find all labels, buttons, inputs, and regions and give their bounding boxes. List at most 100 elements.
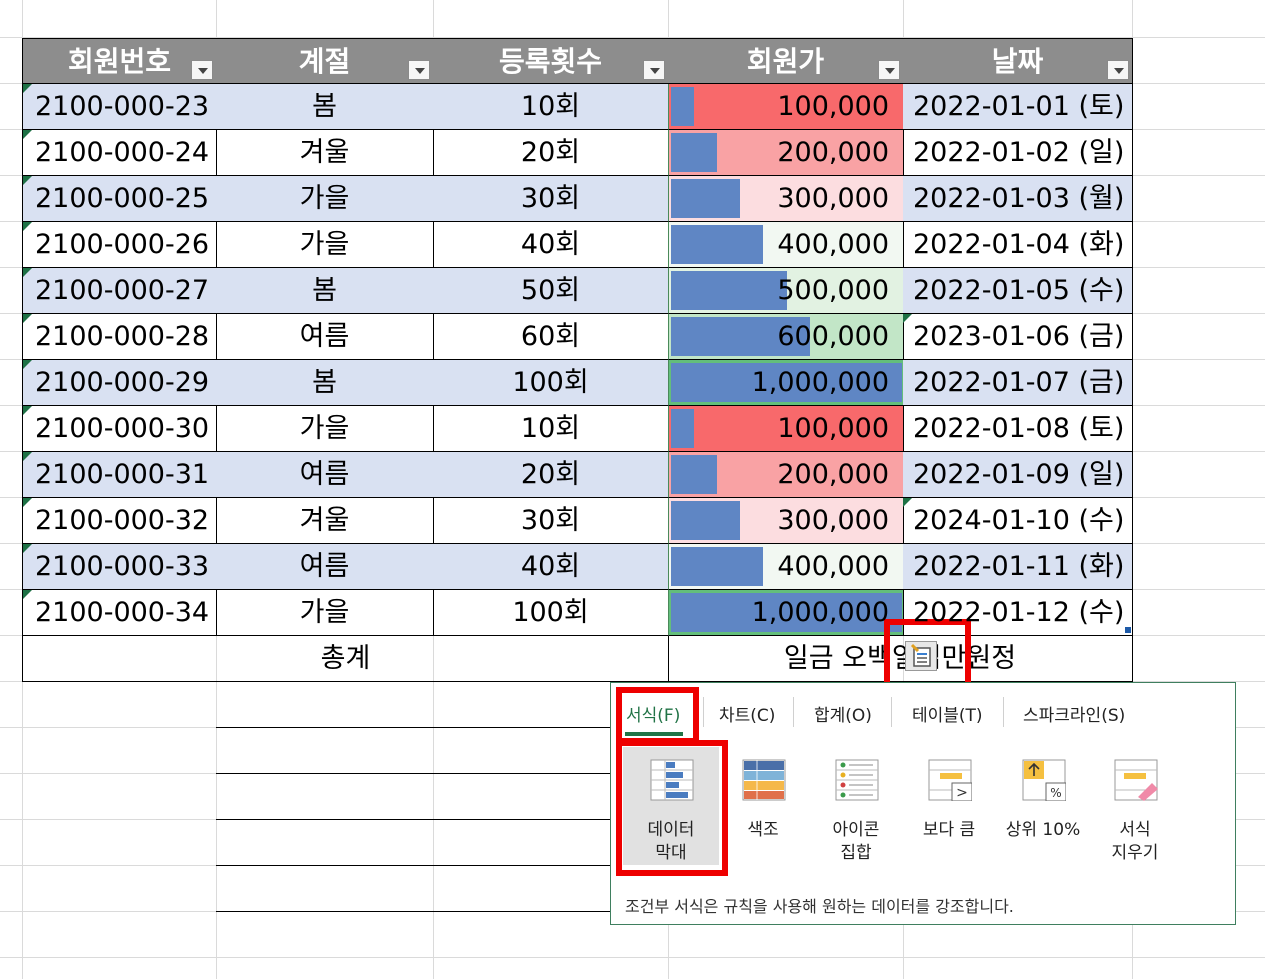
filter-dropdown-icon[interactable] bbox=[1107, 60, 1129, 80]
error-indicator-icon bbox=[23, 130, 32, 139]
filter-dropdown-icon[interactable] bbox=[408, 60, 430, 80]
cell-member-number[interactable]: 2100-000-27 bbox=[22, 268, 217, 314]
cell-date[interactable]: 2022-01-05 (수) bbox=[903, 268, 1133, 314]
cell-member-price[interactable]: 300,000 bbox=[668, 176, 904, 222]
cell-season[interactable]: 겨울 bbox=[216, 498, 434, 544]
data-bar bbox=[671, 409, 695, 448]
cell-member-price[interactable]: 400,000 bbox=[668, 544, 904, 590]
cell-date[interactable]: 2022-01-07 (금) bbox=[903, 360, 1133, 406]
cell-season[interactable]: 봄 bbox=[216, 84, 434, 130]
cell-visit-count[interactable]: 40회 bbox=[433, 222, 669, 268]
cell-member-number[interactable]: 2100-000-25 bbox=[22, 176, 217, 222]
cell-value: 20회 bbox=[520, 137, 581, 168]
cell-season[interactable]: 가을 bbox=[216, 176, 434, 222]
cell-value: 400,000 bbox=[777, 229, 889, 260]
option-label: 아이콘 집합 bbox=[832, 820, 880, 863]
cell-value: 30회 bbox=[520, 183, 581, 214]
cell-member-number[interactable]: 2100-000-32 bbox=[22, 498, 217, 544]
cell-season[interactable]: 여름 bbox=[216, 314, 434, 360]
cell-member-price[interactable]: 200,000 bbox=[668, 452, 904, 498]
cell-visit-count[interactable]: 40회 bbox=[433, 544, 669, 590]
cell-member-number[interactable]: 2100-000-24 bbox=[22, 130, 217, 176]
option-greater-than[interactable]: > 보다 큼 bbox=[901, 747, 997, 865]
cell-date[interactable]: 2022-01-08 (토) bbox=[903, 406, 1133, 452]
option-label: 서식 지우기 bbox=[1111, 820, 1159, 863]
tab-separator bbox=[1003, 697, 1004, 727]
filter-dropdown-icon[interactable] bbox=[191, 60, 213, 80]
option-clear-format[interactable]: 서식 지우기 bbox=[1087, 747, 1183, 865]
cell-season[interactable]: 가을 bbox=[216, 406, 434, 452]
cell-member-number[interactable]: 2100-000-34 bbox=[22, 590, 217, 636]
cell-season[interactable]: 가을 bbox=[216, 222, 434, 268]
cell-value: 봄 bbox=[312, 367, 337, 398]
tab-totals[interactable]: 합계(O) bbox=[814, 701, 872, 726]
cell-date[interactable]: 2022-01-04 (화) bbox=[903, 222, 1133, 268]
total-label-cell[interactable]: 총계 bbox=[22, 636, 669, 682]
cell-member-price[interactable]: 100,000 bbox=[668, 406, 904, 452]
cell-season[interactable]: 여름 bbox=[216, 544, 434, 590]
cell-member-price[interactable]: 100,000 bbox=[668, 84, 904, 130]
option-top-ten-percent[interactable]: % 상위 10% bbox=[995, 747, 1091, 865]
cell-member-price[interactable]: 500,000 bbox=[668, 268, 904, 314]
cell-member-number[interactable]: 2100-000-28 bbox=[22, 314, 217, 360]
option-color-scale[interactable]: 색조 bbox=[715, 747, 811, 865]
tab-separator bbox=[793, 697, 794, 727]
cell-visit-count[interactable]: 100회 bbox=[433, 360, 669, 406]
cell-member-number[interactable]: 2100-000-29 bbox=[22, 360, 217, 406]
cell-member-number[interactable]: 2100-000-30 bbox=[22, 406, 217, 452]
cell-value: 가을 bbox=[299, 413, 350, 444]
cell-visit-count[interactable]: 20회 bbox=[433, 452, 669, 498]
option-icon-set[interactable]: 아이콘 집합 bbox=[808, 747, 904, 865]
cell-value: 2100-000-30 bbox=[35, 413, 210, 444]
error-indicator-icon bbox=[23, 360, 32, 369]
data-bar bbox=[671, 179, 741, 218]
filter-dropdown-icon[interactable] bbox=[878, 60, 900, 80]
cell-visit-count[interactable]: 10회 bbox=[433, 84, 669, 130]
cell-value: 2100-000-25 bbox=[35, 183, 210, 214]
cell-visit-count[interactable]: 10회 bbox=[433, 406, 669, 452]
header-label: 등록횟수 bbox=[498, 45, 603, 78]
cell-member-number[interactable]: 2100-000-26 bbox=[22, 222, 217, 268]
error-indicator-icon bbox=[23, 84, 32, 93]
cell-value: 가을 bbox=[299, 597, 350, 628]
tab-sparklines[interactable]: 스파크라인(S) bbox=[1023, 701, 1125, 726]
cell-season[interactable]: 가을 bbox=[216, 590, 434, 636]
cell-date[interactable]: 2022-01-11 (화) bbox=[903, 544, 1133, 590]
cell-date[interactable]: 2023-01-06 (금) bbox=[903, 314, 1133, 360]
cell-visit-count[interactable]: 100회 bbox=[433, 590, 669, 636]
cell-visit-count[interactable]: 30회 bbox=[433, 176, 669, 222]
cell-date[interactable]: 2022-01-02 (일) bbox=[903, 130, 1133, 176]
cell-member-number[interactable]: 2100-000-23 bbox=[22, 84, 217, 130]
cell-member-price[interactable]: 300,000 bbox=[668, 498, 904, 544]
cell-date[interactable]: 2024-01-10 (수) bbox=[903, 498, 1133, 544]
cell-member-number[interactable]: 2100-000-31 bbox=[22, 452, 217, 498]
cell-member-price[interactable]: 1,000,000 bbox=[668, 590, 904, 636]
cell-season[interactable]: 여름 bbox=[216, 452, 434, 498]
cell-date[interactable]: 2022-01-01 (토) bbox=[903, 84, 1133, 130]
cell-member-price[interactable]: 1,000,000 bbox=[668, 360, 904, 406]
cell-value: 봄 bbox=[312, 275, 337, 306]
cell-date[interactable]: 2022-01-09 (일) bbox=[903, 452, 1133, 498]
cell-value: 300,000 bbox=[777, 505, 889, 536]
cell-member-price[interactable]: 200,000 bbox=[668, 130, 904, 176]
cell-member-price[interactable]: 600,000 bbox=[668, 314, 904, 360]
cell-value: 2022-01-11 (화) bbox=[913, 551, 1125, 582]
cell-member-price[interactable]: 400,000 bbox=[668, 222, 904, 268]
cell-season[interactable]: 겨울 bbox=[216, 130, 434, 176]
cell-visit-count[interactable]: 20회 bbox=[433, 130, 669, 176]
error-indicator-icon bbox=[903, 498, 912, 507]
cell-member-number[interactable]: 2100-000-33 bbox=[22, 544, 217, 590]
cell-visit-count[interactable]: 60회 bbox=[433, 314, 669, 360]
cell-visit-count[interactable]: 30회 bbox=[433, 498, 669, 544]
tab-tables[interactable]: 테이블(T) bbox=[912, 701, 983, 726]
filter-dropdown-icon[interactable] bbox=[643, 60, 665, 80]
cell-date[interactable]: 2022-01-03 (월) bbox=[903, 176, 1133, 222]
tab-chart[interactable]: 차트(C) bbox=[719, 701, 775, 726]
cell-season[interactable]: 봄 bbox=[216, 268, 434, 314]
cell-border-bottom bbox=[216, 865, 669, 866]
cell-visit-count[interactable]: 50회 bbox=[433, 268, 669, 314]
cell-value: 가을 bbox=[299, 229, 350, 260]
cell-season[interactable]: 봄 bbox=[216, 360, 434, 406]
error-indicator-icon bbox=[23, 498, 32, 507]
fill-handle[interactable] bbox=[1124, 626, 1132, 634]
